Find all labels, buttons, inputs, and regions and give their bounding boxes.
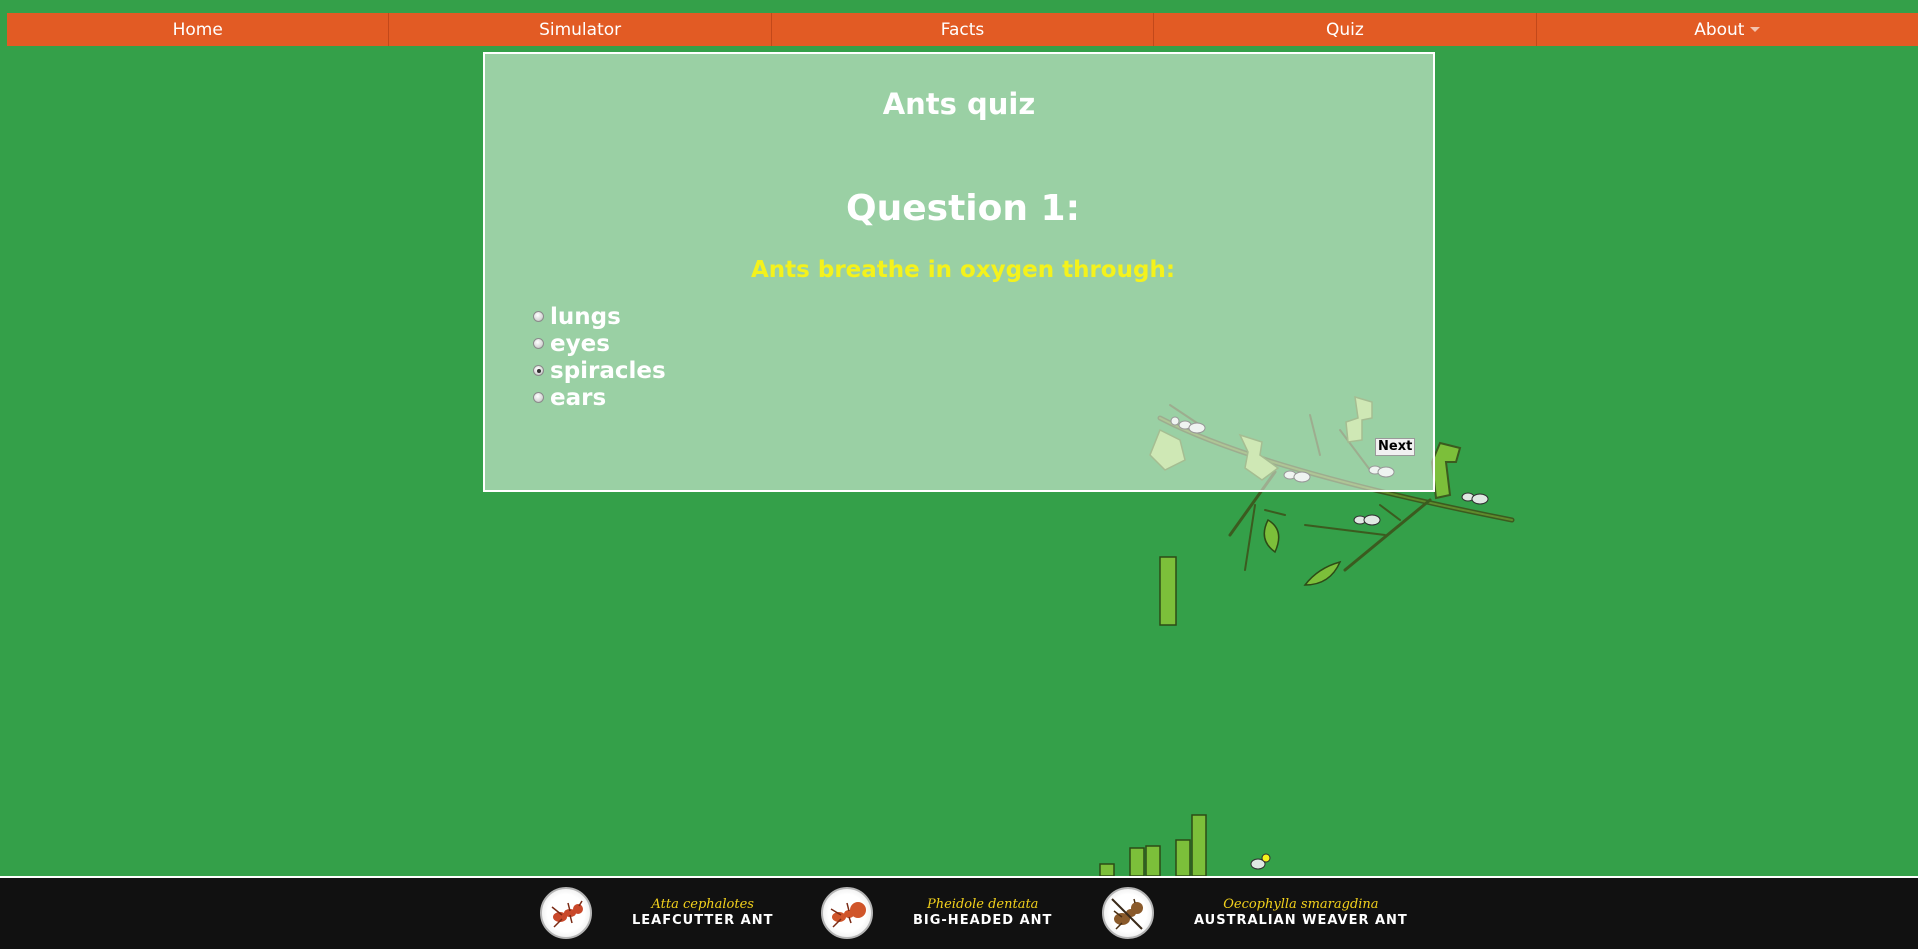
nav-quiz-label: Quiz [1326,19,1364,40]
species-latin-name: Pheidole dentata [926,897,1039,912]
nav-quiz[interactable]: Quiz [1154,13,1537,46]
nav-simulator-label: Simulator [539,19,622,40]
species-common-name: LEAFCUTTER ANT [632,913,774,928]
top-nav: Home Simulator Facts Quiz About [7,13,1918,46]
nav-facts-label: Facts [940,19,985,40]
species-footer: Atta cephalotes LEAFCUTTER ANT Pheidole … [0,876,1918,949]
ant-graphic [1250,853,1271,870]
species-name: Atta cephalotes LEAFCUTTER ANT [632,897,773,929]
species-weaver[interactable]: Oecophylla smaragdina AUSTRALIAN WEAVER … [1102,885,1408,941]
answer-label: lungs [550,304,621,330]
radio-button[interactable] [533,392,544,403]
answer-option-lungs[interactable]: lungs [533,304,666,331]
answer-option-ears[interactable]: ears [533,385,666,412]
next-button[interactable]: Next [1375,438,1416,456]
answer-option-eyes[interactable]: eyes [533,331,666,358]
chevron-down-icon [1750,27,1761,32]
block-graphic [1159,556,1177,626]
leaf-piece-graphic [1430,441,1462,500]
leaf-graphic [1263,518,1280,554]
question-text: Ants breathe in oxygen through: [750,257,1176,283]
answer-label: spiracles [550,358,666,384]
nav-home[interactable]: Home [7,13,390,46]
nav-about[interactable]: About [1537,13,1918,46]
radio-button-selected[interactable] [533,365,544,376]
nav-facts[interactable]: Facts [772,13,1155,46]
radio-button[interactable] [533,338,544,349]
species-name: Pheidole dentata BIG-HEADED ANT [913,897,1052,929]
big-headed-ant-icon [821,887,873,939]
species-big-headed[interactable]: Pheidole dentata BIG-HEADED ANT [821,885,1052,941]
species-name: Oecophylla smaragdina AUSTRALIAN WEAVER … [1194,897,1408,929]
weaver-ant-icon [1102,887,1154,939]
leafcutter-ant-icon [540,887,592,939]
answer-options: lungs eyes spiracles ears [533,304,666,412]
answer-option-spiracles[interactable]: spiracles [533,358,666,385]
species-common-name: AUSTRALIAN WEAVER ANT [1194,913,1408,928]
answer-label: ears [550,385,607,411]
quiz-title: Ants quiz [882,87,1036,121]
nav-home-label: Home [172,19,223,40]
nav-simulator[interactable]: Simulator [389,13,772,46]
species-latin-name: Oecophylla smaragdina [1223,897,1379,912]
species-common-name: BIG-HEADED ANT [913,913,1053,928]
block-stack-graphic [1099,814,1207,877]
radio-button[interactable] [533,311,544,322]
answer-label: eyes [550,331,610,357]
quiz-panel: Ants quiz Question 1: Ants breathe in ox… [483,52,1435,492]
species-latin-name: Atta cephalotes [651,897,754,912]
leaf-graphic [1303,560,1342,586]
nav-about-label: About [1694,19,1745,40]
species-leafcutter[interactable]: Atta cephalotes LEAFCUTTER ANT [540,885,773,941]
question-heading: Question 1: [846,188,1080,229]
